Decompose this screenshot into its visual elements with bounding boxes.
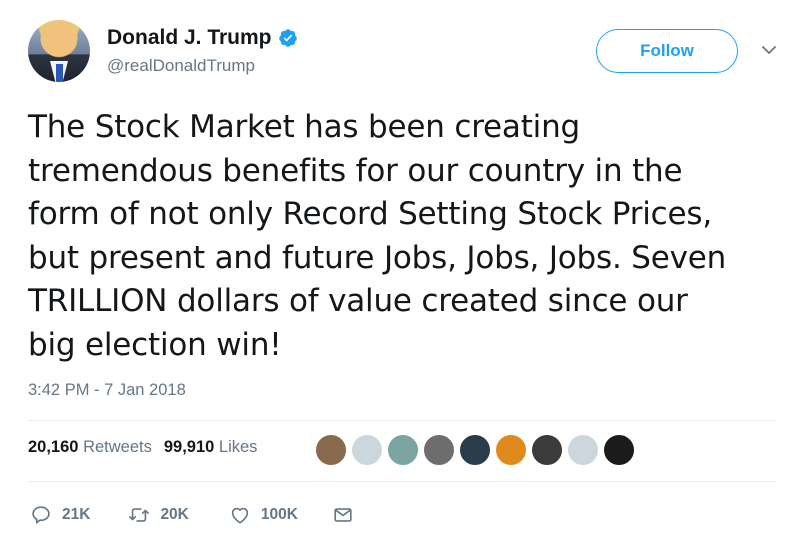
retweet-button[interactable]: 20K bbox=[128, 504, 189, 526]
display-name[interactable]: Donald J. Trump bbox=[107, 26, 298, 50]
author-handle[interactable]: @realDonaldTrump bbox=[107, 56, 298, 76]
author-block: Donald J. Trump @realDonaldTrump bbox=[107, 26, 298, 76]
liker-avatar[interactable] bbox=[602, 433, 636, 467]
chevron-down-icon[interactable] bbox=[761, 42, 777, 58]
liker-avatar[interactable] bbox=[458, 433, 492, 467]
retweets-label: Retweets bbox=[83, 438, 152, 456]
verified-badge-icon bbox=[278, 29, 297, 47]
avatar[interactable] bbox=[28, 20, 90, 82]
tweet-actions: 21K 20K 100K bbox=[30, 504, 354, 526]
liker-avatar[interactable] bbox=[386, 433, 420, 467]
direct-message-button[interactable] bbox=[332, 504, 354, 526]
reply-count: 21K bbox=[62, 506, 91, 523]
liker-avatar[interactable] bbox=[314, 433, 348, 467]
retweet-icon bbox=[129, 508, 150, 522]
likes-label: Likes bbox=[218, 438, 258, 456]
liker-avatar[interactable] bbox=[422, 433, 456, 467]
liker-avatar[interactable] bbox=[530, 433, 564, 467]
liker-avatars bbox=[314, 433, 638, 467]
avatar-tie bbox=[56, 64, 63, 82]
display-name-text[interactable]: Donald J. Trump bbox=[107, 26, 272, 50]
heart-icon bbox=[231, 507, 249, 524]
reply-button[interactable]: 21K bbox=[30, 504, 90, 526]
liker-avatar[interactable] bbox=[566, 433, 600, 467]
retweets-count: 20,160 bbox=[28, 438, 79, 456]
envelope-icon bbox=[334, 508, 352, 522]
liker-avatar[interactable] bbox=[350, 433, 384, 467]
retweets-stat[interactable]: 20,160 Retweets bbox=[28, 438, 152, 457]
tweet-stats: 20,160 Retweets 99,910 Likes bbox=[28, 438, 257, 457]
tweet-text: The Stock Market has been creating treme… bbox=[28, 109, 727, 363]
tweet-timestamp[interactable]: 3:42 PM - 7 Jan 2018 bbox=[28, 381, 186, 400]
reply-icon bbox=[32, 506, 50, 524]
likes-count: 99,910 bbox=[163, 438, 215, 456]
likes-stat[interactable]: 99,910 Likes bbox=[164, 438, 258, 457]
like-count: 100K bbox=[260, 506, 298, 523]
tweet-header: Donald J. Trump @realDonaldTrump Follow bbox=[28, 20, 788, 90]
divider bbox=[28, 481, 776, 482]
divider bbox=[28, 420, 776, 421]
follow-button[interactable]: Follow bbox=[596, 29, 738, 73]
liker-avatar[interactable] bbox=[494, 433, 528, 467]
like-button[interactable]: 100K bbox=[229, 504, 298, 526]
retweet-count: 20K bbox=[160, 506, 189, 523]
